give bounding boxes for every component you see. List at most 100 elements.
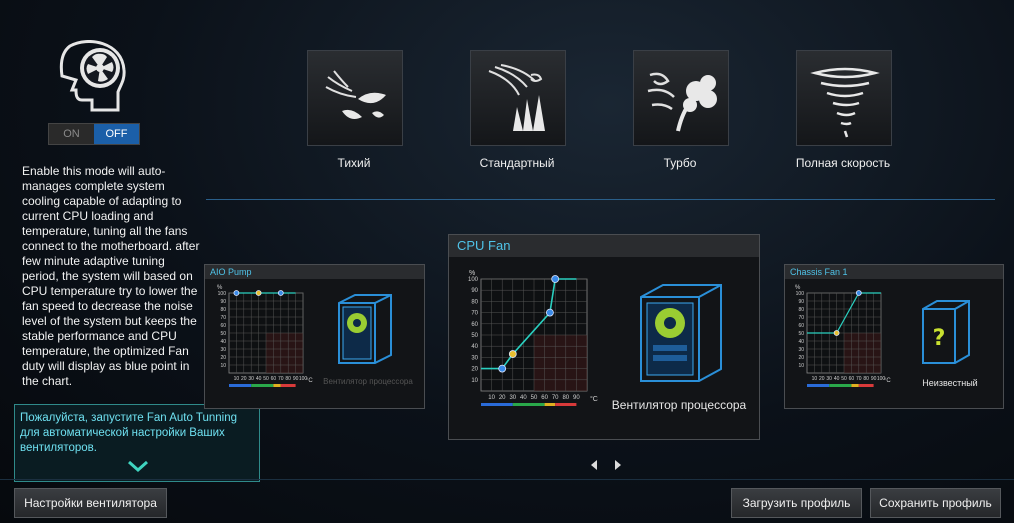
x-tick-label: 10: [234, 376, 240, 382]
x-tick-label: 70: [552, 395, 559, 401]
x-tick-label: 10: [488, 395, 495, 401]
temperature-scale-segment: [229, 384, 252, 387]
x-tick-label: 50: [263, 376, 269, 382]
fan-panel-chassis-fan-1[interactable]: Chassis Fan 1 10 20 30 40 50 60 70 80 90 100 10 20 3…: [784, 264, 1004, 409]
mode-silent-label: Тихий: [337, 156, 371, 170]
curve-point: [233, 290, 240, 296]
mode-standard-label: Стандартный: [479, 156, 555, 170]
tornado-icon: [810, 67, 880, 138]
x-tick-label: 30: [509, 395, 516, 401]
fan-panel-title: AIO Pump: [205, 265, 424, 279]
x-tick-label: 70: [278, 376, 284, 382]
y-tick-label: 90: [220, 299, 226, 305]
x-tick-label: 40: [520, 395, 527, 401]
x-tick-label: 20: [241, 376, 247, 382]
tip-text: Пожалуйста, запустите Fan Auto Tunning д…: [20, 412, 238, 454]
chevron-down-icon[interactable]: [127, 459, 149, 473]
unknown-device-icon: ?: [922, 300, 970, 364]
next-arrow-icon[interactable]: [612, 458, 624, 472]
x-tick-label: 80: [285, 376, 291, 382]
y-tick-label: 80: [471, 299, 478, 305]
mode-full-speed-label: Полная скорость: [795, 156, 891, 170]
auto-mode-description: Enable this mode will auto-manages compl…: [22, 164, 200, 388]
temperature-scale-segment: [858, 384, 874, 387]
x-tick-label: 80: [562, 395, 569, 401]
curve-point: [551, 275, 560, 283]
fan-curve-chart[interactable]: 10 20 30 40 50 60 70 80 90102030405060708090100%…: [457, 265, 603, 417]
x-tick-label: 50: [841, 376, 847, 382]
y-tick-label: 20: [798, 355, 804, 361]
temperature-scale-segment: [251, 384, 274, 387]
fan-curve-chart[interactable]: 10 20 30 40 50 60 70 80 90 1001020304050607080901…: [789, 283, 893, 395]
y-axis-label: %: [795, 285, 801, 291]
x-tick-label: 30: [248, 376, 254, 382]
y-tick-label: 40: [798, 339, 804, 345]
x-tick-label: 50: [531, 395, 538, 401]
fan-name: Неизвестный: [922, 378, 978, 388]
fan-name: Вентилятор процессора: [323, 377, 413, 386]
y-tick-label: 60: [220, 323, 226, 329]
mode-turbo-label: Турбо: [663, 156, 697, 170]
temperature-scale-segment: [512, 403, 545, 406]
y-tick-label: 30: [798, 347, 804, 353]
x-tick-label: 70: [856, 376, 862, 382]
y-tick-label: 90: [798, 299, 804, 305]
y-tick-label: 10: [471, 378, 478, 384]
x-tick-label: 10: [812, 376, 818, 382]
y-tick-label: 50: [798, 331, 804, 337]
y-tick-label: 80: [798, 307, 804, 313]
toggle-on-option[interactable]: ON: [49, 124, 94, 144]
previous-arrow-icon[interactable]: [588, 458, 600, 472]
fan-settings-button[interactable]: Настройки вентилятора: [14, 488, 167, 518]
y-tick-label: 20: [220, 355, 226, 361]
mode-silent-button[interactable]: [307, 50, 403, 146]
fan-curve-chart[interactable]: 10 20 30 40 50 60 70 80 90 1001020304050607080901…: [211, 283, 315, 395]
pc-case-fan-icon: [338, 294, 392, 364]
y-tick-label: 70: [220, 315, 226, 321]
fan-panel-cpu-fan[interactable]: CPU Fan 10 20 30 40 50 60 70 80 90 10 20 30 40 50 60 70…: [448, 234, 760, 440]
y-tick-label: 30: [220, 347, 226, 353]
footer-divider: [0, 479, 1014, 480]
temperature-scale-segment: [829, 384, 852, 387]
mode-full-speed-button[interactable]: [796, 50, 892, 146]
divider: [206, 199, 995, 200]
y-tick-label: 40: [220, 339, 226, 345]
y-tick-label: 70: [798, 315, 804, 321]
gust-icon: [647, 72, 717, 132]
y-axis-label: %: [469, 270, 475, 277]
load-profile-button[interactable]: Загрузить профиль: [731, 488, 862, 518]
x-tick-label: 60: [271, 376, 277, 382]
auto-mode-toggle[interactable]: ON OFF: [48, 123, 140, 145]
y-axis-label: %: [217, 285, 223, 291]
y-tick-label: 60: [471, 322, 478, 328]
fan-panel-title: Chassis Fan 1: [785, 265, 1003, 279]
danger-zone: [266, 333, 303, 373]
save-profile-button[interactable]: Сохранить профиль: [870, 488, 1001, 518]
y-tick-label: 50: [220, 331, 226, 337]
y-tick-label: 10: [798, 363, 804, 369]
temperature-scale-segment: [807, 384, 830, 387]
x-tick-label: 60: [541, 395, 548, 401]
wind-grass-icon: [488, 64, 545, 131]
y-tick-label: 80: [220, 307, 226, 313]
x-tick-label: 40: [834, 376, 840, 382]
fan-panel-aio-pump[interactable]: AIO Pump 10 20 30 40 50 60 70 80 90 100 10 20 30 40 50…: [204, 264, 425, 409]
x-tick-label: 60: [849, 376, 855, 382]
y-tick-label: 100: [218, 291, 227, 297]
temperature-scale-segment: [544, 403, 556, 406]
toggle-off-option[interactable]: OFF: [94, 124, 139, 144]
mode-turbo-button[interactable]: [633, 50, 729, 146]
mode-standard-button[interactable]: [470, 50, 566, 146]
y-tick-label: 50: [471, 333, 478, 339]
fan-panel-title: CPU Fan: [449, 235, 759, 257]
y-tick-label: 70: [471, 311, 478, 317]
y-tick-label: 10: [220, 363, 226, 369]
temperature-scale-segment: [851, 384, 859, 387]
curve-point: [255, 290, 262, 296]
y-tick-label: 100: [796, 291, 805, 297]
fan-name: Вентилятор процессора: [611, 398, 747, 412]
x-tick-label: 20: [819, 376, 825, 382]
temperature-scale-segment: [481, 403, 513, 406]
head-fan-icon: [52, 39, 138, 120]
y-tick-label: 90: [471, 288, 478, 294]
